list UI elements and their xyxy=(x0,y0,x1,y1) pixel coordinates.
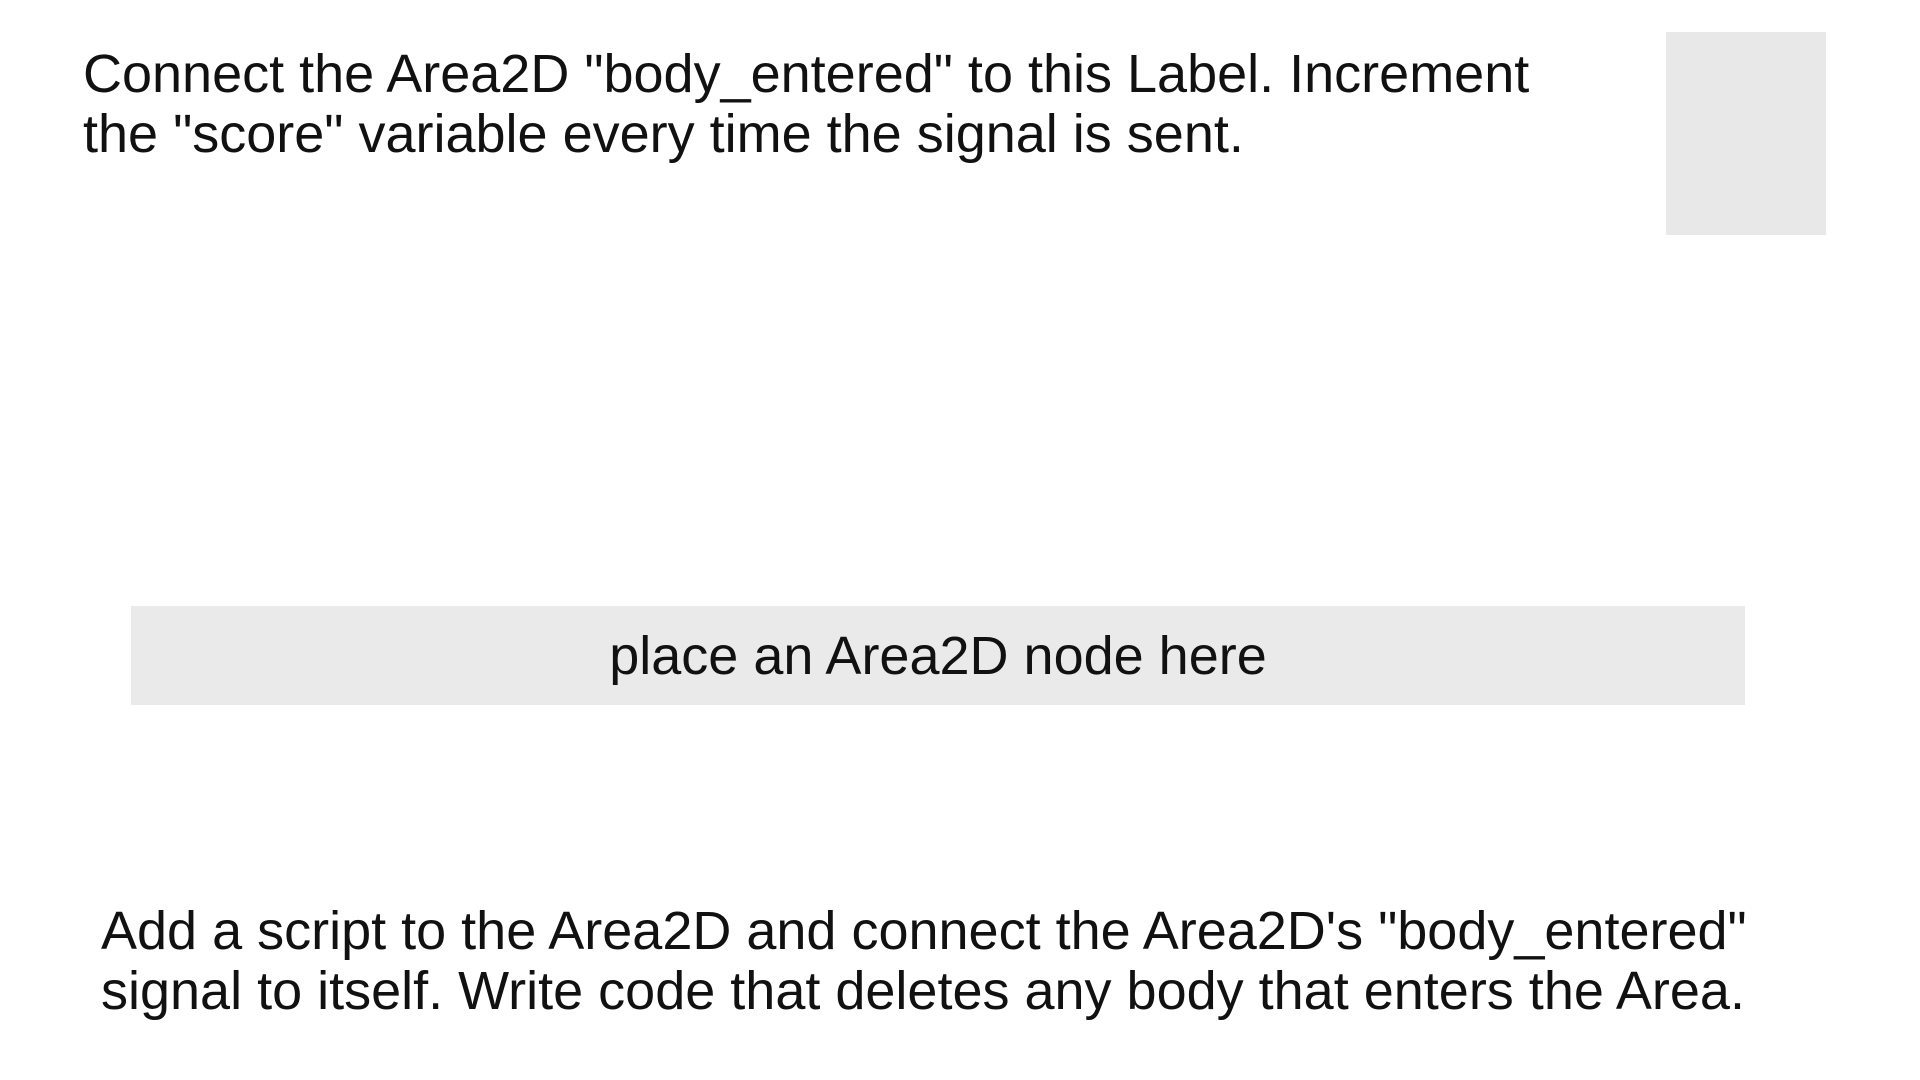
bottom-instruction-line-2: signal to itself. Write code that delete… xyxy=(101,961,1745,1021)
top-instruction-line-2: the "score" variable every time the sign… xyxy=(83,104,1244,164)
area2d-placeholder[interactable]: place an Area2D node here xyxy=(131,606,1745,705)
bottom-instruction-line-1: Add a script to the Area2D and connect t… xyxy=(101,901,1747,961)
score-label xyxy=(1666,32,1826,235)
top-instruction-line-1: Connect the Area2D "body_entered" to thi… xyxy=(83,44,1530,104)
bottom-instruction-label: Add a script to the Area2D and connect t… xyxy=(101,901,1901,1021)
game-canvas: Connect the Area2D "body_entered" to thi… xyxy=(0,0,1920,1080)
top-instruction-label: Connect the Area2D "body_entered" to thi… xyxy=(83,44,1663,164)
area2d-placeholder-label: place an Area2D node here xyxy=(609,625,1267,686)
